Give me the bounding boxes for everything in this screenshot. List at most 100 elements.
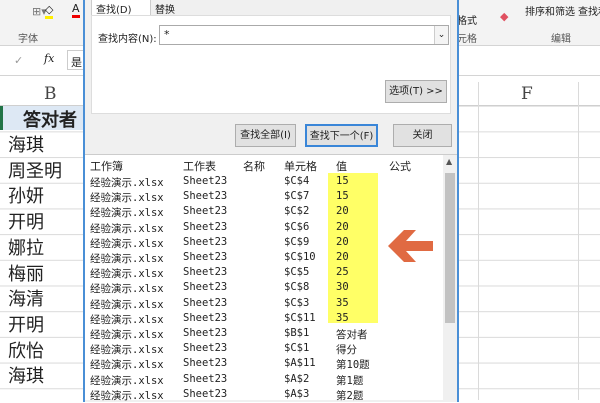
result-sheet: Sheet23 bbox=[183, 220, 228, 233]
name-cell[interactable]: 海琪 bbox=[8, 362, 44, 388]
result-sheet: Sheet23 bbox=[183, 372, 228, 385]
result-book: 经验演示.xlsx bbox=[90, 298, 164, 311]
name-cell[interactable]: 海琪 bbox=[8, 131, 44, 157]
col-cell[interactable]: 单元格 bbox=[284, 158, 317, 174]
result-value: 15 bbox=[336, 175, 349, 187]
name-cell[interactable]: 孙妍 bbox=[8, 182, 44, 208]
result-value: 25 bbox=[336, 266, 349, 279]
header-cell[interactable]: 答对者 bbox=[0, 106, 85, 131]
result-book: 经验演示.xlsx bbox=[90, 283, 164, 296]
result-cell: $C$4 bbox=[284, 175, 310, 187]
col-workbook[interactable]: 工作簿 bbox=[90, 158, 123, 174]
result-sheet: Sheet23 bbox=[183, 357, 228, 370]
result-book: 经验演示.xlsx bbox=[90, 253, 164, 265]
tab-replace[interactable]: 替换(P) bbox=[151, 0, 191, 27]
name-cell[interactable]: 开明 bbox=[8, 311, 44, 337]
result-row[interactable]: 经验演示.xlsx Sheet23 $A$3 第2题 bbox=[85, 388, 443, 403]
result-sheet: Sheet23 bbox=[183, 190, 228, 203]
result-row[interactable]: 经验演示.xlsx Sheet23 $C$2 20 bbox=[85, 205, 443, 220]
result-cell: $B$1 bbox=[284, 327, 310, 339]
result-book: 经验演示.xlsx bbox=[90, 192, 164, 205]
result-sheet: Sheet23 bbox=[183, 175, 228, 187]
format-button[interactable]: 格式 bbox=[457, 12, 477, 27]
name-cell[interactable]: 娜拉 bbox=[8, 234, 44, 260]
scrollbar[interactable]: ▲ bbox=[443, 155, 457, 401]
result-row[interactable]: 经验演示.xlsx Sheet23 $C$1 得分 bbox=[85, 342, 443, 357]
result-cell: $C$7 bbox=[284, 190, 310, 203]
result-book: 经验演示.xlsx bbox=[90, 389, 164, 402]
tab-find[interactable]: 查找(D) bbox=[91, 0, 151, 16]
fx-icon[interactable]: fx bbox=[44, 52, 54, 65]
result-cell: $C$10 bbox=[284, 251, 316, 263]
result-row[interactable]: 经验演示.xlsx Sheet23 $C$11 35 bbox=[85, 312, 443, 327]
scroll-thumb[interactable] bbox=[445, 173, 455, 323]
result-sheet: Sheet23 bbox=[183, 235, 228, 248]
column-f-header[interactable]: F bbox=[521, 84, 533, 104]
options-button[interactable]: 选项(T) >> bbox=[385, 80, 447, 103]
result-book: 经验演示.xlsx bbox=[90, 222, 164, 235]
result-value: 35 bbox=[336, 296, 349, 309]
col-sheet[interactable]: 工作表 bbox=[183, 158, 216, 174]
sort-filter-button[interactable]: 排序和筛选 bbox=[525, 3, 575, 18]
result-book: 经验演示.xlsx bbox=[90, 268, 164, 281]
result-cell: $A$11 bbox=[284, 357, 316, 370]
result-cell: $C$2 bbox=[284, 205, 310, 218]
result-book: 经验演示.xlsx bbox=[90, 344, 164, 357]
result-cell: $C$1 bbox=[284, 342, 310, 355]
result-cell: $C$8 bbox=[284, 281, 310, 294]
result-sheet: Sheet23 bbox=[183, 327, 228, 339]
result-sheet: Sheet23 bbox=[183, 281, 228, 294]
find-next-button[interactable]: 查找下一个(F) bbox=[305, 124, 378, 147]
chevron-down-icon[interactable]: ⌄ bbox=[434, 26, 448, 44]
font-color-icon[interactable]: A bbox=[72, 2, 80, 18]
fill-color-icon[interactable]: ◇ bbox=[45, 3, 54, 19]
close-button[interactable]: 关闭 bbox=[393, 124, 452, 147]
result-row[interactable]: 经验演示.xlsx Sheet23 $A$2 第1题 bbox=[85, 373, 443, 388]
result-cell: $C$5 bbox=[284, 266, 310, 279]
result-row[interactable]: 经验演示.xlsx Sheet23 $C$4 15 bbox=[85, 175, 443, 190]
name-cell[interactable]: 周圣明 bbox=[8, 157, 62, 183]
result-book: 经验演示.xlsx bbox=[90, 374, 164, 387]
result-value: 20 bbox=[336, 235, 349, 248]
result-row[interactable]: 经验演示.xlsx Sheet23 $C$5 25 bbox=[85, 266, 443, 281]
find-all-button[interactable]: 查找全部(I) bbox=[235, 124, 296, 147]
result-sheet: Sheet23 bbox=[183, 311, 228, 324]
result-book: 经验演示.xlsx bbox=[90, 313, 164, 326]
result-value: 第10题 bbox=[336, 359, 370, 372]
result-sheet: Sheet23 bbox=[183, 296, 228, 309]
result-book: 经验演示.xlsx bbox=[90, 177, 164, 189]
cells-group-label: 元格 bbox=[457, 34, 477, 45]
results-list: 工作簿 工作表 名称 单元格 值 公式 经验演示.xlsx Sheet23 $C$4… bbox=[85, 154, 457, 403]
result-cell: $C$3 bbox=[284, 296, 310, 309]
result-value: 30 bbox=[336, 281, 349, 294]
result-value: 35 bbox=[336, 311, 349, 324]
name-cell[interactable]: 开明 bbox=[8, 208, 44, 234]
result-value: 第2题 bbox=[336, 389, 364, 402]
name-cell[interactable]: 海清 bbox=[8, 285, 44, 311]
result-book: 经验演示.xlsx bbox=[90, 329, 164, 341]
result-value: 20 bbox=[336, 205, 349, 218]
result-value: 得分 bbox=[336, 344, 357, 357]
find-label: 查找内容(N): bbox=[98, 34, 157, 45]
result-row[interactable]: 经验演示.xlsx Sheet23 $C$7 15 bbox=[85, 190, 443, 205]
find-select-button[interactable]: 查找和 bbox=[578, 3, 600, 18]
col-value[interactable]: 值 bbox=[336, 158, 347, 174]
check-icon[interactable]: ✓ bbox=[14, 54, 23, 67]
col-formula[interactable]: 公式 bbox=[389, 158, 411, 174]
eraser-icon[interactable]: ◆ bbox=[500, 10, 508, 23]
result-cell: $C$9 bbox=[284, 235, 310, 248]
result-book: 经验演示.xlsx bbox=[90, 359, 164, 372]
result-row[interactable]: 经验演示.xlsx Sheet23 $A$11 第10题 bbox=[85, 357, 443, 372]
col-name[interactable]: 名称 bbox=[243, 158, 265, 174]
result-row[interactable]: 经验演示.xlsx Sheet23 $C$8 30 bbox=[85, 281, 443, 296]
column-b-header[interactable]: B bbox=[44, 84, 57, 104]
result-row[interactable]: 经验演示.xlsx Sheet23 $B$1 答对者 bbox=[85, 327, 443, 342]
result-cell: $A$2 bbox=[284, 372, 310, 385]
result-value: 15 bbox=[336, 190, 349, 203]
result-value: 第1题 bbox=[336, 374, 364, 387]
find-input[interactable]: * ⌄ bbox=[159, 25, 449, 45]
name-cell[interactable]: 欣怡 bbox=[8, 337, 44, 363]
scroll-up-icon[interactable]: ▲ bbox=[446, 157, 452, 166]
name-cell[interactable]: 梅丽 bbox=[8, 260, 44, 286]
result-row[interactable]: 经验演示.xlsx Sheet23 $C$3 35 bbox=[85, 297, 443, 312]
